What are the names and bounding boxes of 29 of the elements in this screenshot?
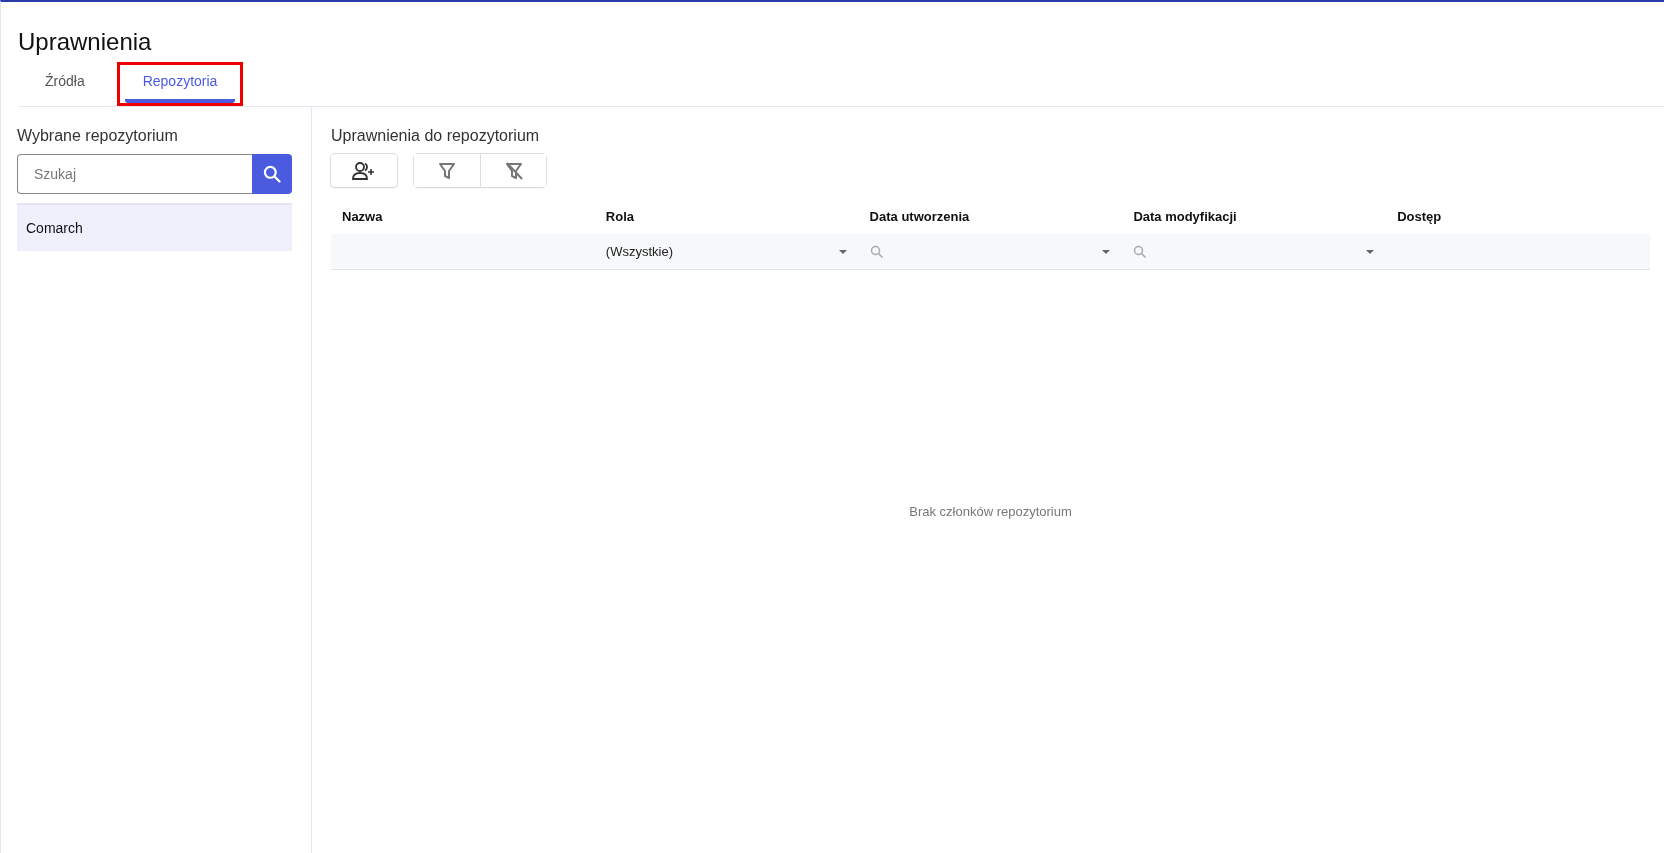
filter-button[interactable] [414,154,480,187]
panel-title: Wybrane repozytorium [17,127,179,145]
date-filter-field[interactable] [1133,244,1376,259]
panel-title: Uprawnienia do repozytorium [331,127,541,145]
filter-icon [438,161,456,180]
empty-message: Brak członków repozytorium [909,504,1072,519]
add-user-button[interactable] [331,154,397,187]
caret-icon [1101,248,1112,255]
caret-icon [1365,248,1376,255]
search-icon [869,244,884,259]
column-header: Data modyfikacji [1132,208,1238,226]
list-item[interactable]: Comarch [17,205,292,251]
page-title: Uprawnienia [18,28,153,56]
column-header: Rola [604,208,635,226]
clear-filter-icon [504,161,523,180]
search-icon [262,164,282,184]
add-user-icon [352,160,376,181]
tab[interactable]: Repozytoria [124,65,236,103]
search-field[interactable]: Szukaj [17,154,252,194]
search-button[interactable] [252,154,292,194]
caret-icon [837,248,848,255]
role-filter-dropdown[interactable]: (Wszystkie) [605,244,848,259]
column-header: Nazwa [341,208,384,226]
tab[interactable]: Źródła [27,65,103,103]
date-filter-field[interactable] [869,244,1112,259]
column-header: Data utworzenia [868,208,971,226]
column-header: Dostęp [1396,208,1443,226]
search-icon [1133,244,1148,259]
clear-filter-button[interactable] [480,154,546,187]
